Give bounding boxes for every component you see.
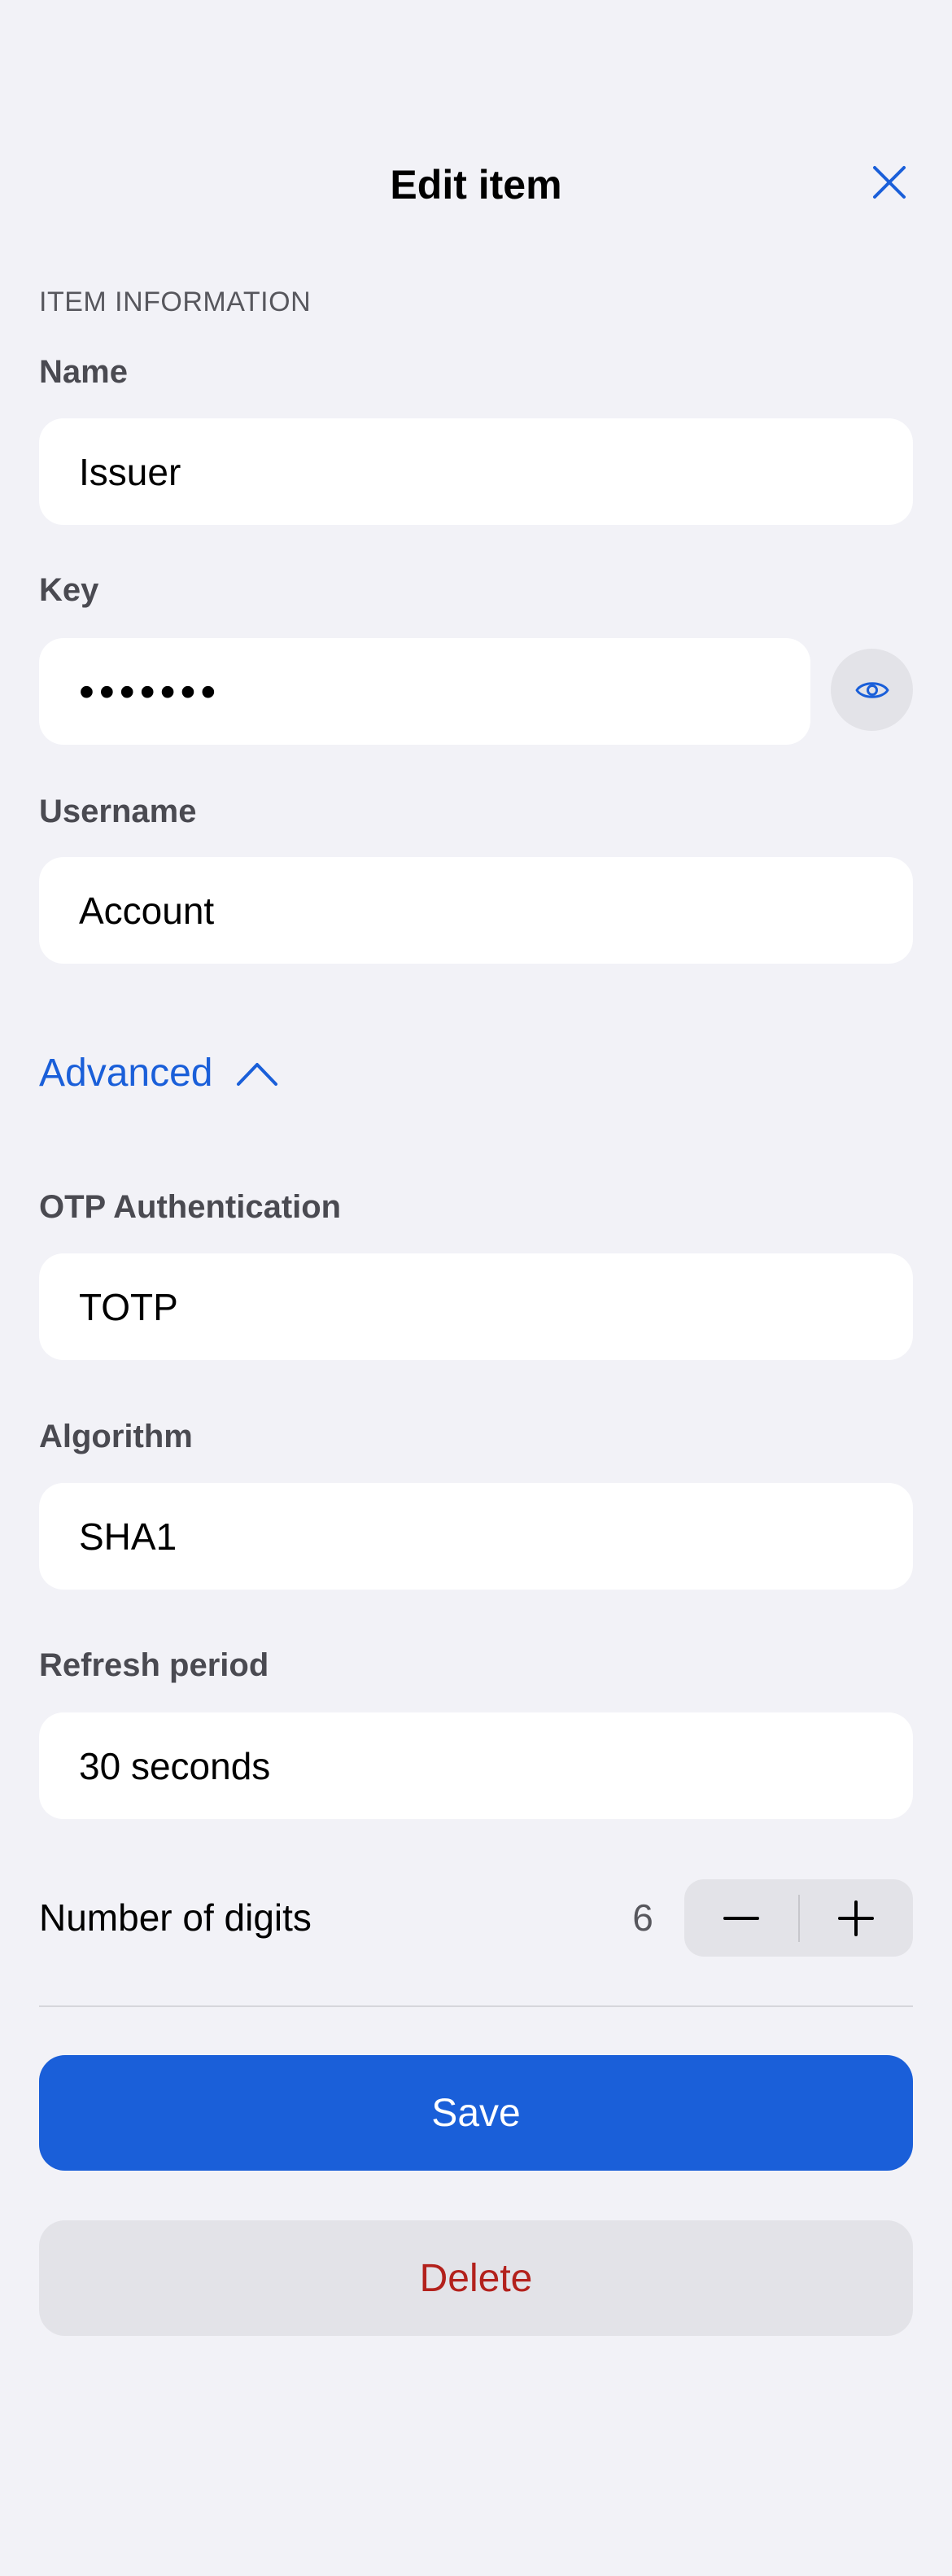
digits-label: Number of digits [39, 1896, 312, 1939]
algorithm-label: Algorithm [39, 1419, 193, 1454]
plus-icon [838, 1900, 875, 1936]
username-field-value: Account [79, 889, 215, 932]
section-header: ITEM INFORMATION [39, 286, 312, 317]
decrement-button[interactable] [684, 1879, 798, 1957]
eye-icon [855, 681, 889, 698]
name-label: Name [39, 354, 128, 390]
page-title: Edit item [390, 162, 562, 208]
name-field-value: Issuer [79, 450, 181, 493]
otp-auth-label: OTP Authentication [39, 1189, 342, 1225]
edit-item-screen: Edit item ITEM INFORMATION Name Issuer K… [0, 0, 952, 2576]
delete-button[interactable]: Delete [39, 2220, 913, 2336]
refresh-period-select[interactable]: 30 seconds [39, 1712, 913, 1819]
otp-auth-value: TOTP [79, 1285, 178, 1328]
digits-value: 6 [632, 1896, 653, 1939]
advanced-label: Advanced [39, 1052, 213, 1095]
username-label: Username [39, 794, 197, 829]
refresh-period-label: Refresh period [39, 1647, 269, 1683]
close-icon [873, 166, 906, 199]
name-field[interactable]: Issuer [39, 418, 913, 525]
digits-stepper [684, 1879, 913, 1957]
algorithm-select[interactable]: SHA1 [39, 1483, 913, 1590]
close-button[interactable] [869, 162, 910, 203]
chevron-up-icon [236, 1061, 278, 1087]
otp-auth-select[interactable]: TOTP [39, 1253, 913, 1360]
key-label: Key [39, 572, 99, 608]
key-field[interactable]: ••••••• [39, 638, 810, 745]
key-field-value: ••••••• [79, 667, 221, 716]
save-button[interactable]: Save [39, 2055, 913, 2171]
reveal-key-button[interactable] [831, 649, 913, 731]
advanced-toggle[interactable]: Advanced [39, 1045, 278, 1102]
increment-button[interactable] [800, 1879, 914, 1957]
username-field[interactable]: Account [39, 857, 913, 964]
refresh-period-value: 30 seconds [79, 1744, 271, 1787]
algorithm-value: SHA1 [79, 1515, 177, 1558]
divider [39, 2005, 913, 2007]
minus-icon [723, 1916, 759, 1920]
